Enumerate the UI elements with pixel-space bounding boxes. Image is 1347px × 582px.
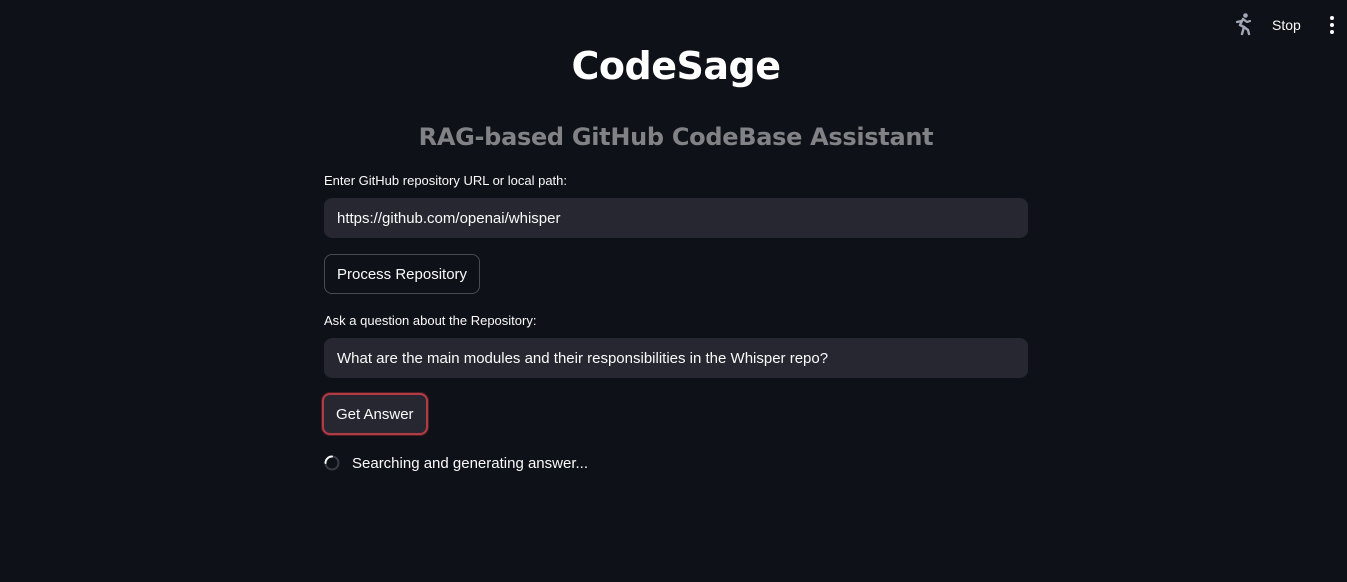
question-input[interactable] — [324, 338, 1028, 378]
repo-url-input[interactable] — [324, 198, 1028, 238]
vertical-ellipsis-icon[interactable] — [1322, 14, 1342, 36]
status-row: Searching and generating answer... — [324, 452, 588, 474]
stop-button[interactable]: Stop — [1266, 14, 1307, 36]
page-title: CodeSage — [571, 44, 781, 88]
loading-spinner-icon — [324, 455, 340, 471]
repo-input-label: Enter GitHub repository URL or local pat… — [324, 173, 568, 188]
get-answer-button[interactable]: Get Answer — [322, 393, 428, 435]
page-subtitle: RAG-based GitHub CodeBase Assistant — [418, 123, 934, 151]
status-message: Searching and generating answer... — [352, 454, 588, 472]
process-repository-button[interactable]: Process Repository — [324, 254, 481, 294]
question-input-label: Ask a question about the Repository: — [324, 313, 537, 328]
running-person-icon — [1235, 13, 1252, 36]
